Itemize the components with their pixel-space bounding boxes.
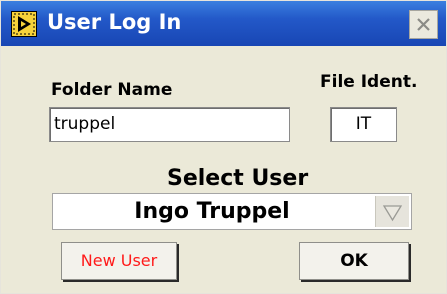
form-panel: Folder Name truppel File Ident. IT Selec… bbox=[3, 46, 444, 291]
dropdown-button[interactable] bbox=[375, 196, 409, 227]
chevron-down-icon bbox=[382, 205, 403, 222]
ok-button[interactable]: OK bbox=[299, 242, 409, 280]
folder-name-label: Folder Name bbox=[51, 80, 173, 100]
close-icon bbox=[417, 18, 430, 31]
labview-vi-icon bbox=[10, 10, 38, 38]
window-title: User Log In bbox=[47, 10, 182, 34]
select-user-label: Select User bbox=[167, 166, 309, 191]
select-user-dropdown[interactable]: Ingo Truppel bbox=[52, 193, 412, 230]
file-ident-field[interactable]: IT bbox=[330, 107, 397, 142]
title-bar[interactable]: User Log In bbox=[1, 1, 446, 46]
ok-button-label: OK bbox=[340, 251, 368, 271]
close-button[interactable] bbox=[409, 10, 438, 39]
new-user-button[interactable]: New User bbox=[61, 242, 177, 280]
new-user-button-label: New User bbox=[80, 251, 158, 270]
user-log-in-window: User Log In Folder Name truppel File Ide… bbox=[0, 0, 447, 294]
folder-name-field[interactable]: truppel bbox=[49, 107, 290, 142]
file-ident-label: File Ident. bbox=[320, 72, 418, 92]
selected-user: Ingo Truppel bbox=[134, 199, 290, 224]
